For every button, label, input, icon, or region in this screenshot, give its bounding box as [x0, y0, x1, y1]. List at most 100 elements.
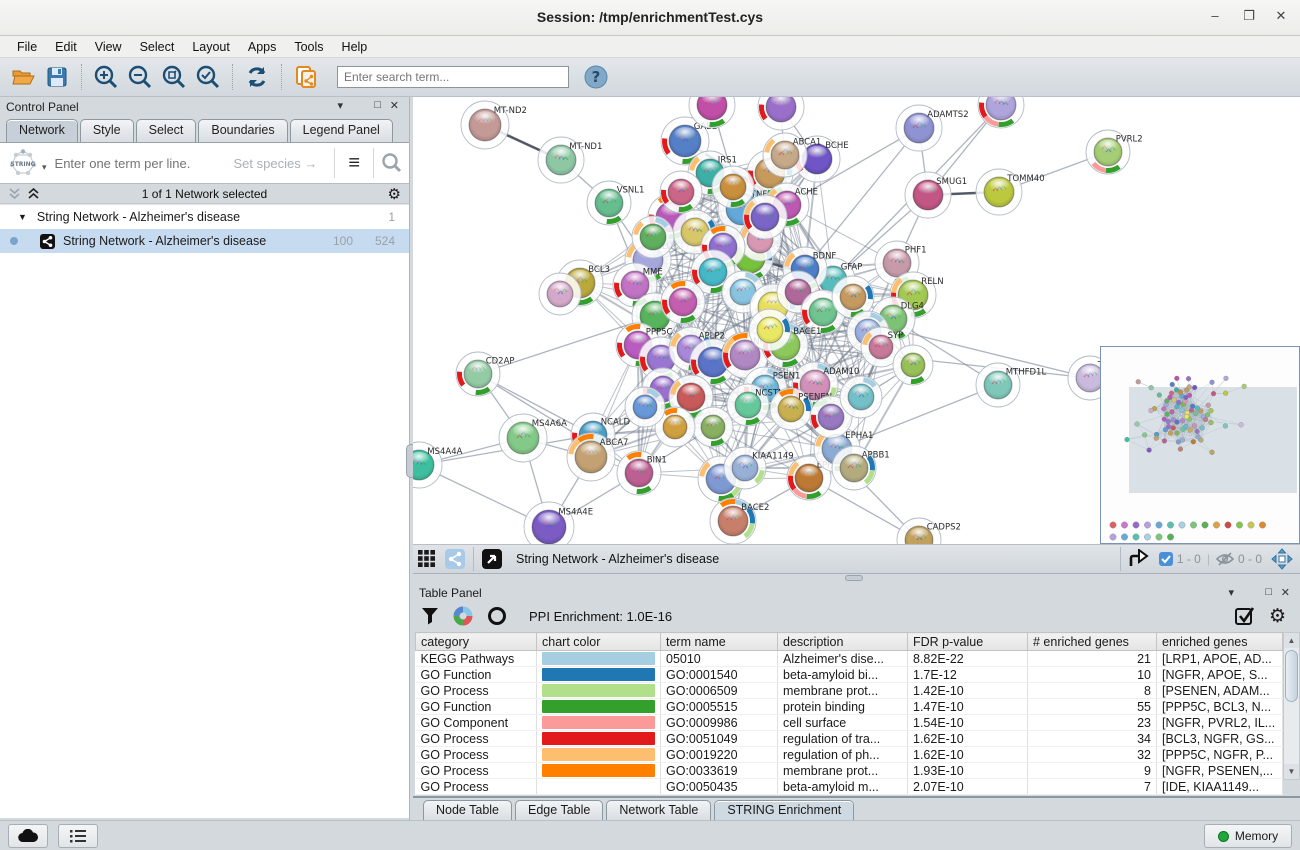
menu-view[interactable]: View — [86, 38, 131, 56]
protein-node-mt-nd1[interactable]: MT-ND1 — [538, 137, 602, 183]
protein-node-bace2[interactable]: BACE2 — [710, 498, 769, 544]
tab-style[interactable]: Style — [80, 119, 134, 142]
scroll-down-arrow[interactable]: ▼ — [1284, 764, 1299, 779]
help-button[interactable]: ? — [580, 62, 612, 92]
panel-float-icon[interactable]: □ — [1265, 586, 1272, 598]
tab-edge-table[interactable]: Edge Table — [515, 800, 603, 821]
network-tree-row[interactable]: String Network - Alzheimer's disease1005… — [0, 229, 409, 253]
network-options-gear-icon[interactable]: ⚙ — [388, 185, 401, 203]
zoom-out-button[interactable] — [124, 62, 156, 92]
column-header-description[interactable]: description — [778, 633, 908, 651]
protein-node[interactable] — [693, 407, 733, 447]
enrichment-row[interactable]: GO FunctionGO:0001540beta-amyloid bi...1… — [416, 667, 1283, 683]
enrichment-chart-icon[interactable] — [453, 606, 473, 626]
clone-network-button[interactable] — [290, 62, 322, 92]
protein-node-bin1[interactable]: BIN1 — [617, 451, 667, 495]
birds-eye-navigator[interactable] — [1100, 346, 1300, 544]
remove-chart-icon[interactable] — [487, 606, 507, 626]
protein-node[interactable] — [749, 309, 791, 351]
zoom-in-button[interactable] — [90, 62, 122, 92]
protein-node[interactable] — [978, 97, 1024, 128]
enrichment-row[interactable]: GO ProcessGO:0033619membrane prot...1.93… — [416, 763, 1283, 779]
protein-node-apbb1[interactable]: APBB1 — [832, 446, 890, 490]
cloud-tasks-button[interactable] — [8, 824, 48, 848]
open-in-browser-button[interactable] — [478, 547, 506, 571]
panel-close-icon[interactable]: ✕ — [390, 99, 399, 112]
menu-edit[interactable]: Edit — [46, 38, 86, 56]
task-history-button[interactable] — [58, 824, 98, 848]
protein-node-mthfd1l[interactable]: MTHFD1L — [976, 363, 1046, 407]
column-header-term-name[interactable]: term name — [661, 633, 778, 651]
string-logo-icon[interactable]: STRING — [6, 149, 40, 177]
protein-node-pvrl2[interactable]: PVRL2 — [1086, 130, 1143, 174]
panel-float-icon[interactable]: □ — [374, 99, 381, 111]
protein-node[interactable] — [539, 273, 581, 315]
protein-node-vsnl1[interactable]: VSNL1 — [587, 181, 644, 225]
protein-node[interactable] — [625, 387, 665, 427]
protein-node-ms4a6a[interactable]: MS4A6A — [499, 414, 567, 462]
tab-select[interactable]: Select — [136, 119, 197, 142]
enrichment-row[interactable]: GO ProcessGO:0006509membrane prot...1.42… — [416, 683, 1283, 699]
string-options-icon[interactable]: ≡ — [348, 152, 360, 175]
zoom-selected-button[interactable] — [192, 62, 224, 92]
string-search-icon[interactable] — [381, 152, 403, 174]
save-session-button[interactable] — [41, 62, 73, 92]
menu-select[interactable]: Select — [131, 38, 184, 56]
tab-node-table[interactable]: Node Table — [423, 800, 512, 821]
memory-button[interactable]: Memory — [1204, 824, 1292, 848]
panel-close-icon[interactable]: ✕ — [1281, 586, 1290, 599]
filter-funnel-icon[interactable] — [421, 607, 439, 625]
panel-menu-icon[interactable]: ▾ — [337, 99, 343, 112]
protein-node[interactable] — [712, 166, 754, 208]
enrichment-row[interactable]: GO ProcessGO:0051049regulation of tra...… — [416, 731, 1283, 747]
panel-menu-icon[interactable]: ▾ — [1228, 586, 1234, 599]
protein-node-mt-nd2[interactable]: MT-ND2 — [461, 101, 527, 149]
tab-network-table[interactable]: Network Table — [606, 800, 711, 821]
protein-node-ms4a4e[interactable]: MS4A4E — [524, 502, 593, 544]
menu-file[interactable]: File — [8, 38, 46, 56]
select-all-checkbox-icon[interactable] — [1234, 605, 1256, 627]
menu-apps[interactable]: Apps — [239, 38, 286, 56]
column-header-category[interactable]: category — [416, 633, 537, 651]
minimize-button[interactable]: – — [1204, 8, 1226, 28]
tab-legend-panel[interactable]: Legend Panel — [290, 119, 393, 142]
string-view-button[interactable] — [441, 547, 469, 571]
search-input[interactable] — [337, 66, 569, 88]
tab-boundaries[interactable]: Boundaries — [198, 119, 287, 142]
protein-node[interactable] — [840, 376, 882, 418]
protein-node[interactable] — [632, 216, 674, 258]
menu-tools[interactable]: Tools — [285, 38, 332, 56]
toggle-navigator-button[interactable] — [1268, 547, 1296, 571]
maximize-button[interactable]: ❐ — [1238, 8, 1260, 28]
protein-node-adamts2[interactable]: ADAMTS2 — [896, 105, 969, 151]
enrichment-table[interactable]: categorychart colorterm namedescriptionF… — [415, 632, 1283, 795]
enrichment-row[interactable]: GO FunctionGO:0005515protein binding1.47… — [416, 699, 1283, 715]
tab-string-enrichment[interactable]: STRING Enrichment — [714, 800, 854, 821]
table-settings-gear-icon[interactable]: ⚙ — [1269, 605, 1286, 628]
protein-node[interactable] — [758, 97, 804, 130]
enrichment-row[interactable]: GO ProcessGO:0050435beta-amyloid m...2.0… — [416, 779, 1283, 795]
export-network-button[interactable] — [1125, 547, 1153, 571]
tree-expand-icon[interactable]: ▼ — [18, 212, 27, 222]
open-session-button[interactable] — [7, 62, 39, 92]
network-tree-row[interactable]: ▼String Network - Alzheimer's disease1 — [0, 205, 409, 229]
protein-node[interactable] — [660, 171, 702, 213]
species-hint[interactable]: Set species → — [234, 156, 318, 171]
refresh-button[interactable] — [241, 62, 273, 92]
close-button[interactable]: ✕ — [1270, 8, 1292, 28]
column-header-FDR-p-value[interactable]: FDR p-value — [908, 633, 1028, 651]
enrichment-row[interactable]: KEGG Pathways05010Alzheimer's dise...8.8… — [416, 651, 1283, 667]
scrollbar-thumb[interactable] — [1285, 650, 1298, 702]
protein-node[interactable] — [743, 195, 787, 239]
scroll-up-arrow[interactable]: ▲ — [1284, 633, 1299, 648]
tab-network[interactable]: Network — [6, 119, 78, 142]
protein-node-cadps2[interactable]: CADPS2 — [897, 518, 961, 544]
menu-help[interactable]: Help — [333, 38, 377, 56]
protein-node[interactable] — [661, 280, 705, 324]
enrichment-row[interactable]: GO ComponentGO:0009986cell surface1.54E-… — [416, 715, 1283, 731]
network-canvas[interactable]: MT-ND2MT-ND1VSNL1GAB2ADAMTS2PVRL2TOMM40S… — [413, 97, 1300, 544]
enrichment-row[interactable]: GO ProcessGO:0019220regulation of ph...1… — [416, 747, 1283, 763]
split-divider-handle[interactable] — [845, 575, 863, 581]
protein-node[interactable] — [893, 345, 933, 385]
zoom-fit-button[interactable] — [158, 62, 190, 92]
